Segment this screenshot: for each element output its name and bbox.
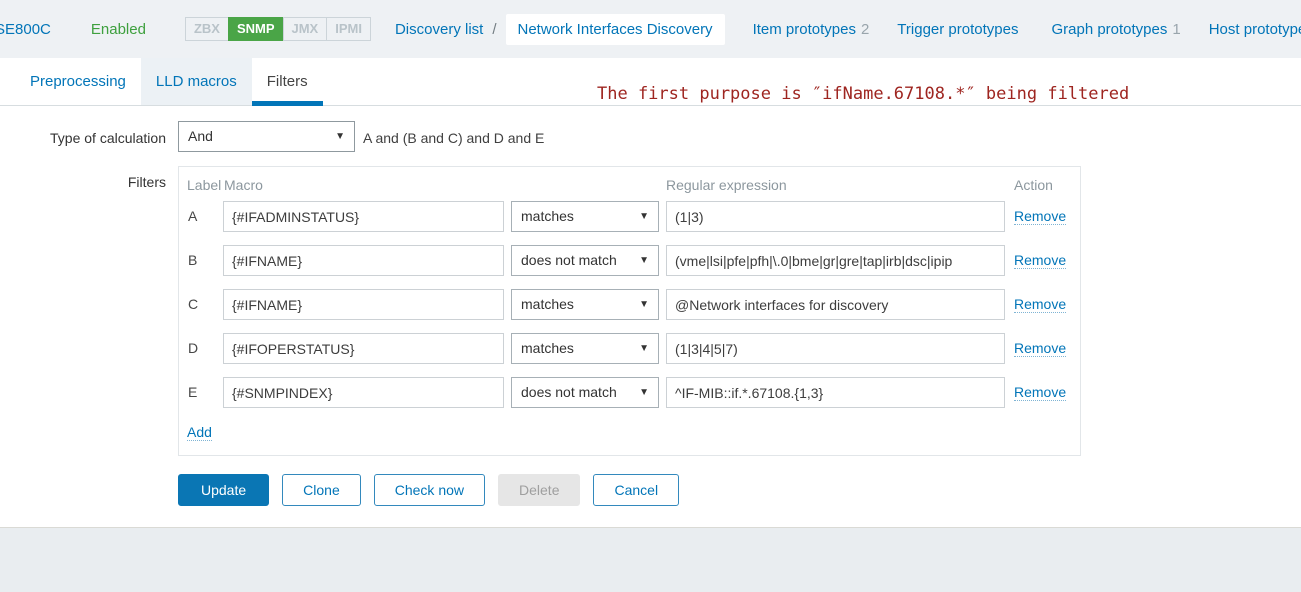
nav-host-prototypes-link[interactable]: Host prototypes: [1209, 21, 1301, 38]
filter-label-d: D: [188, 340, 198, 356]
filter-label-a: A: [188, 208, 197, 224]
chevron-down-icon: ▼: [639, 378, 649, 407]
item-prototypes-count: 2: [861, 21, 869, 38]
badge-zbx: ZBX: [185, 17, 229, 41]
regex-input-c[interactable]: [666, 289, 1005, 320]
chevron-down-icon: ▼: [639, 290, 649, 319]
remove-link-a[interactable]: Remove: [1014, 208, 1066, 225]
type-of-calculation-select[interactable]: And ▼: [178, 121, 355, 152]
filter-label-c: C: [188, 296, 198, 312]
regex-input-b[interactable]: [666, 245, 1005, 276]
chevron-down-icon: ▼: [335, 122, 345, 151]
update-button[interactable]: Update: [178, 474, 269, 506]
column-header-regular-expression: Regular expression: [666, 177, 787, 193]
operator-select-d[interactable]: matches ▼: [511, 333, 659, 364]
host-status-enabled[interactable]: Enabled: [91, 21, 146, 38]
nav-host-prototypes-label: Host prototypes: [1209, 21, 1301, 38]
tab-lld-macros[interactable]: LLD macros: [141, 58, 252, 105]
operator-value-a: matches: [521, 208, 574, 224]
calculation-formula: A and (B and C) and D and E: [363, 130, 544, 146]
page-footer: [0, 527, 1301, 592]
regex-input-e[interactable]: [666, 377, 1005, 408]
chevron-down-icon: ▼: [639, 202, 649, 231]
breadcrumb-current-page: Network Interfaces Discovery: [506, 14, 725, 45]
cancel-button[interactable]: Cancel: [593, 474, 679, 506]
nav-item-prototypes-label: Item prototypes: [753, 21, 856, 38]
filters-table: Label Macro Regular expression Action A …: [178, 166, 1081, 456]
badge-jmx: JMX: [283, 17, 328, 41]
nav-trigger-prototypes-link[interactable]: Trigger prototypes: [897, 21, 1023, 38]
add-filter-link[interactable]: Add: [187, 424, 212, 441]
remove-link-c[interactable]: Remove: [1014, 296, 1066, 313]
macro-input-e[interactable]: [223, 377, 504, 408]
filters-label: Filters: [0, 174, 166, 190]
remove-link-b[interactable]: Remove: [1014, 252, 1066, 269]
interface-availability-badges: ZBX SNMP JMX IPMI: [186, 17, 371, 41]
tab-preprocessing[interactable]: Preprocessing: [15, 58, 141, 105]
tab-filters[interactable]: Filters: [252, 58, 323, 105]
nav-item-prototypes-link[interactable]: Item prototypes 2: [753, 21, 870, 38]
regex-input-d[interactable]: [666, 333, 1005, 364]
remove-link-d[interactable]: Remove: [1014, 340, 1066, 357]
operator-select-a[interactable]: matches ▼: [511, 201, 659, 232]
operator-select-b[interactable]: does not match ▼: [511, 245, 659, 276]
badge-snmp: SNMP: [228, 17, 284, 41]
operator-select-e[interactable]: does not match ▼: [511, 377, 659, 408]
operator-select-c[interactable]: matches ▼: [511, 289, 659, 320]
column-header-label: Label: [187, 177, 221, 193]
macro-input-c[interactable]: [223, 289, 504, 320]
macro-input-d[interactable]: [223, 333, 504, 364]
remove-link-e[interactable]: Remove: [1014, 384, 1066, 401]
chevron-down-icon: ▼: [639, 246, 649, 275]
macro-input-a[interactable]: [223, 201, 504, 232]
badge-ipmi: IPMI: [326, 17, 371, 41]
annotation-text: The first purpose is ″ifName.67108.*″ be…: [597, 84, 1129, 104]
delete-button: Delete: [498, 474, 580, 506]
check-now-button[interactable]: Check now: [374, 474, 485, 506]
filter-label-e: E: [188, 384, 197, 400]
filter-label-b: B: [188, 252, 197, 268]
nav-graph-prototypes-link[interactable]: Graph prototypes 1: [1051, 21, 1180, 38]
operator-value-d: matches: [521, 340, 574, 356]
host-name-link[interactable]: SE800C: [0, 21, 51, 38]
column-header-macro: Macro: [224, 177, 263, 193]
macro-input-b[interactable]: [223, 245, 504, 276]
clone-button[interactable]: Clone: [282, 474, 361, 506]
operator-value-c: matches: [521, 296, 574, 312]
operator-value-e: does not match: [521, 384, 617, 400]
form-action-buttons: Update Clone Check now Delete Cancel: [178, 474, 679, 506]
chevron-down-icon: ▼: [639, 334, 649, 363]
host-navigation-bar: SE800C Enabled ZBX SNMP JMX IPMI Discove…: [0, 0, 1301, 58]
operator-value-b: does not match: [521, 252, 617, 268]
nav-graph-prototypes-label: Graph prototypes: [1051, 21, 1167, 38]
graph-prototypes-count: 1: [1172, 21, 1180, 38]
breadcrumb-discovery-list-link[interactable]: Discovery list: [395, 21, 483, 38]
column-header-action: Action: [1014, 177, 1053, 193]
type-of-calculation-value: And: [188, 128, 213, 144]
type-of-calculation-label: Type of calculation: [0, 130, 166, 146]
breadcrumb-separator: /: [492, 21, 496, 38]
nav-trigger-prototypes-label: Trigger prototypes: [897, 21, 1018, 38]
regex-input-a[interactable]: [666, 201, 1005, 232]
